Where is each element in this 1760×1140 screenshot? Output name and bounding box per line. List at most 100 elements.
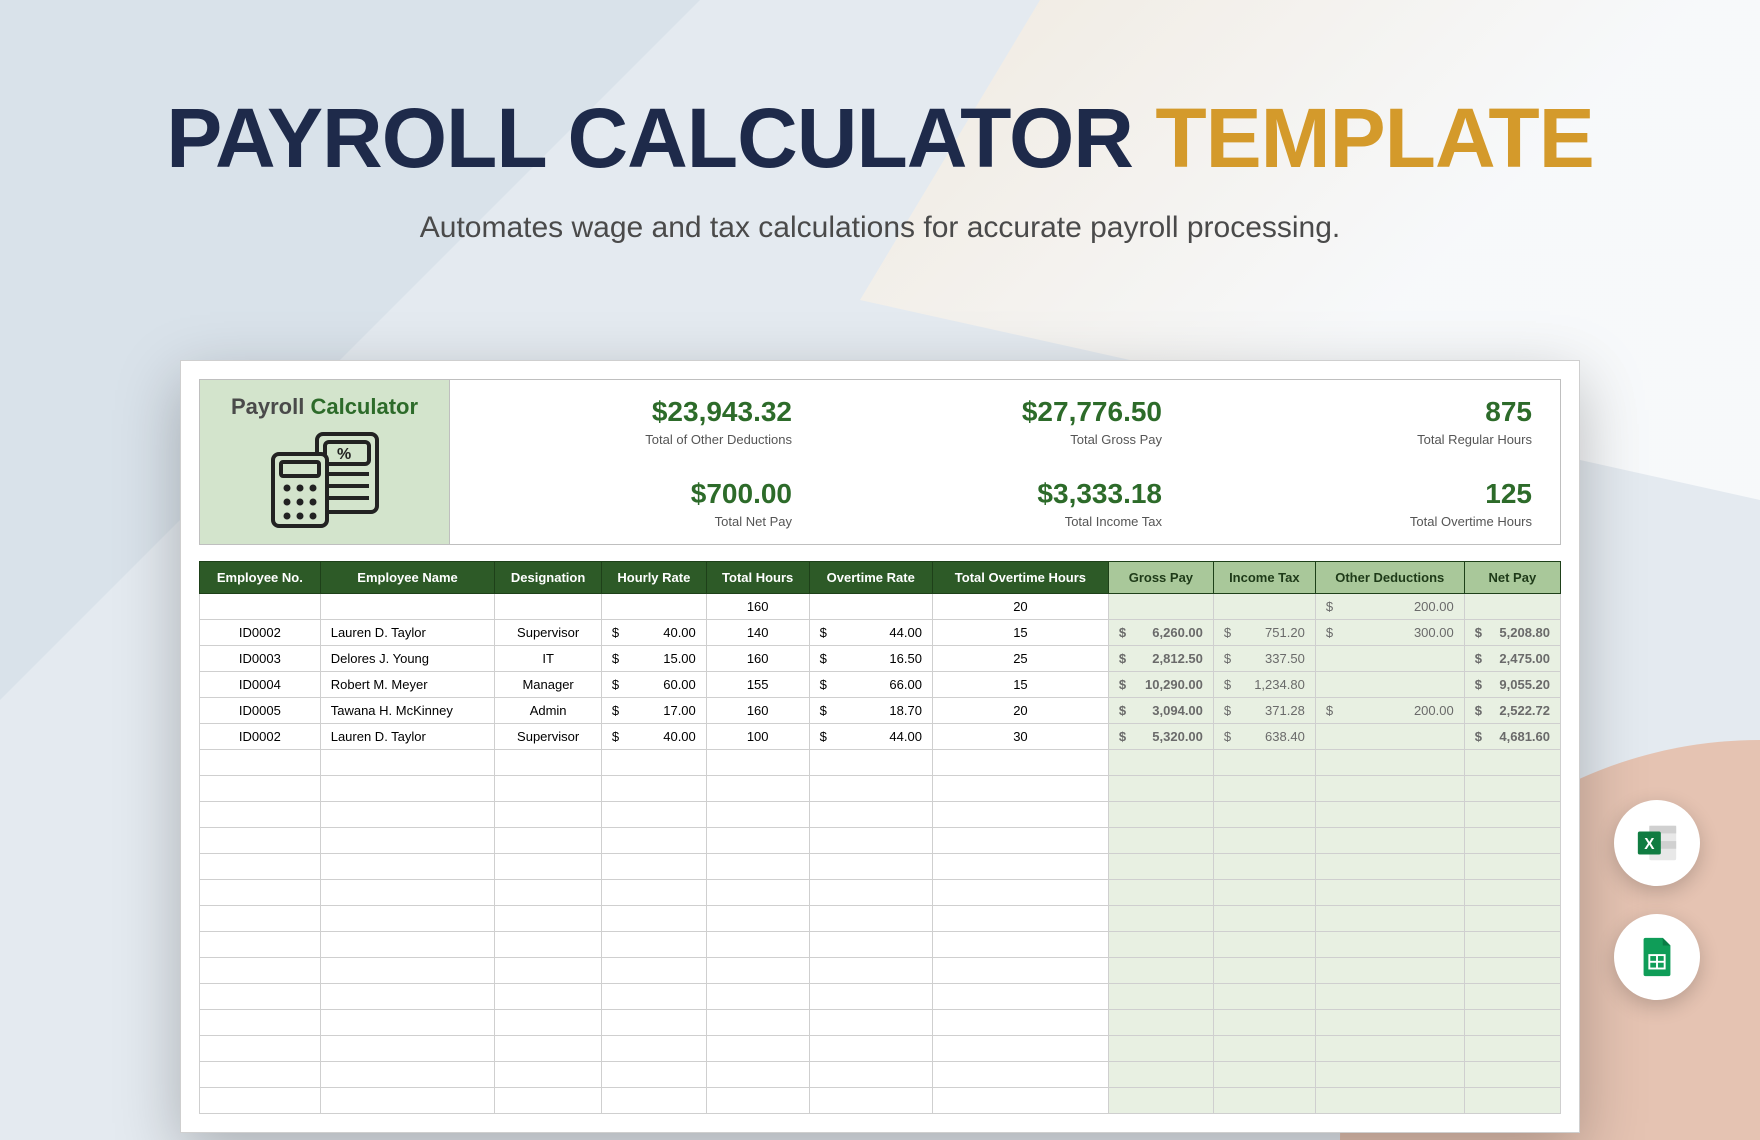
table-cell[interactable] — [1108, 802, 1213, 828]
table-cell[interactable] — [601, 802, 706, 828]
table-cell[interactable] — [932, 958, 1108, 984]
table-cell[interactable] — [932, 1036, 1108, 1062]
table-cell[interactable] — [1315, 932, 1464, 958]
table-cell[interactable]: 155 — [706, 672, 809, 698]
table-cell[interactable] — [1213, 828, 1315, 854]
table-cell[interactable] — [809, 802, 932, 828]
table-cell[interactable] — [1108, 1062, 1213, 1088]
table-cell[interactable] — [1315, 672, 1464, 698]
table-cell[interactable] — [1315, 1036, 1464, 1062]
table-cell[interactable]: $60.00 — [601, 672, 706, 698]
table-cell[interactable] — [320, 1088, 495, 1114]
table-cell[interactable] — [809, 1010, 932, 1036]
table-cell[interactable] — [320, 828, 495, 854]
table-cell[interactable] — [601, 984, 706, 1010]
table-cell[interactable] — [706, 1036, 809, 1062]
table-cell[interactable] — [1464, 880, 1560, 906]
table-cell[interactable] — [495, 802, 602, 828]
table-cell[interactable] — [495, 1036, 602, 1062]
table-cell[interactable] — [1464, 906, 1560, 932]
table-cell[interactable] — [601, 594, 706, 620]
table-cell[interactable] — [495, 594, 602, 620]
table-cell[interactable] — [1108, 776, 1213, 802]
table-cell[interactable] — [1108, 750, 1213, 776]
table-cell[interactable]: ID0002 — [200, 620, 321, 646]
table-cell[interactable]: $200.00 — [1315, 698, 1464, 724]
table-cell[interactable] — [932, 984, 1108, 1010]
table-cell[interactable]: $40.00 — [601, 724, 706, 750]
table-cell[interactable]: 140 — [706, 620, 809, 646]
table-cell[interactable] — [601, 1010, 706, 1036]
table-cell[interactable] — [320, 1010, 495, 1036]
table-cell[interactable] — [1108, 932, 1213, 958]
table-cell[interactable] — [601, 750, 706, 776]
table-cell[interactable] — [495, 932, 602, 958]
table-cell[interactable] — [809, 932, 932, 958]
table-cell[interactable] — [495, 750, 602, 776]
table-cell[interactable] — [1315, 750, 1464, 776]
table-cell[interactable] — [320, 1036, 495, 1062]
table-cell[interactable] — [200, 906, 321, 932]
table-cell[interactable] — [1464, 594, 1560, 620]
table-cell[interactable] — [706, 828, 809, 854]
table-cell[interactable]: $5,208.80 — [1464, 620, 1560, 646]
table-cell[interactable]: 20 — [932, 698, 1108, 724]
table-cell[interactable] — [1108, 1036, 1213, 1062]
table-cell[interactable] — [495, 906, 602, 932]
table-cell[interactable] — [809, 880, 932, 906]
table-cell[interactable] — [1315, 880, 1464, 906]
table-cell[interactable] — [495, 776, 602, 802]
table-cell[interactable] — [1213, 802, 1315, 828]
table-cell[interactable]: Tawana H. McKinney — [320, 698, 495, 724]
table-cell[interactable] — [1464, 854, 1560, 880]
table-cell[interactable]: $17.00 — [601, 698, 706, 724]
table-cell[interactable]: $9,055.20 — [1464, 672, 1560, 698]
table-cell[interactable] — [1213, 594, 1315, 620]
table-cell[interactable] — [932, 750, 1108, 776]
table-cell[interactable] — [601, 1062, 706, 1088]
table-cell[interactable] — [601, 880, 706, 906]
table-cell[interactable] — [1213, 1010, 1315, 1036]
table-cell[interactable]: Delores J. Young — [320, 646, 495, 672]
table-cell[interactable] — [1464, 802, 1560, 828]
table-cell[interactable] — [809, 776, 932, 802]
table-cell[interactable]: Supervisor — [495, 724, 602, 750]
table-cell[interactable] — [200, 828, 321, 854]
table-cell[interactable]: 15 — [932, 672, 1108, 698]
table-cell[interactable] — [1315, 1088, 1464, 1114]
table-cell[interactable] — [932, 1088, 1108, 1114]
sheets-icon[interactable] — [1614, 914, 1700, 1000]
table-cell[interactable] — [1464, 750, 1560, 776]
table-cell[interactable]: ID0004 — [200, 672, 321, 698]
table-cell[interactable] — [1464, 1036, 1560, 1062]
table-cell[interactable]: $66.00 — [809, 672, 932, 698]
table-cell[interactable] — [1464, 828, 1560, 854]
table-cell[interactable]: $337.50 — [1213, 646, 1315, 672]
table-cell[interactable]: 100 — [706, 724, 809, 750]
table-cell[interactable] — [1464, 984, 1560, 1010]
table-cell[interactable] — [1213, 750, 1315, 776]
table-cell[interactable]: $200.00 — [1315, 594, 1464, 620]
table-cell[interactable] — [706, 854, 809, 880]
table-cell[interactable] — [809, 906, 932, 932]
table-cell[interactable]: $638.40 — [1213, 724, 1315, 750]
table-cell[interactable] — [932, 1062, 1108, 1088]
table-cell[interactable] — [932, 1010, 1108, 1036]
table-cell[interactable] — [1108, 906, 1213, 932]
table-cell[interactable] — [1315, 906, 1464, 932]
table-cell[interactable] — [1108, 594, 1213, 620]
table-cell[interactable]: Lauren D. Taylor — [320, 620, 495, 646]
table-cell[interactable] — [320, 932, 495, 958]
table-cell[interactable] — [495, 828, 602, 854]
table-cell[interactable]: $1,234.80 — [1213, 672, 1315, 698]
table-cell[interactable] — [495, 880, 602, 906]
table-cell[interactable] — [200, 594, 321, 620]
table-cell[interactable] — [1464, 1010, 1560, 1036]
table-cell[interactable]: 160 — [706, 594, 809, 620]
table-cell[interactable] — [200, 958, 321, 984]
table-cell[interactable]: 30 — [932, 724, 1108, 750]
table-cell[interactable] — [1464, 776, 1560, 802]
table-cell[interactable] — [932, 802, 1108, 828]
table-cell[interactable] — [1315, 828, 1464, 854]
table-cell[interactable] — [495, 1088, 602, 1114]
